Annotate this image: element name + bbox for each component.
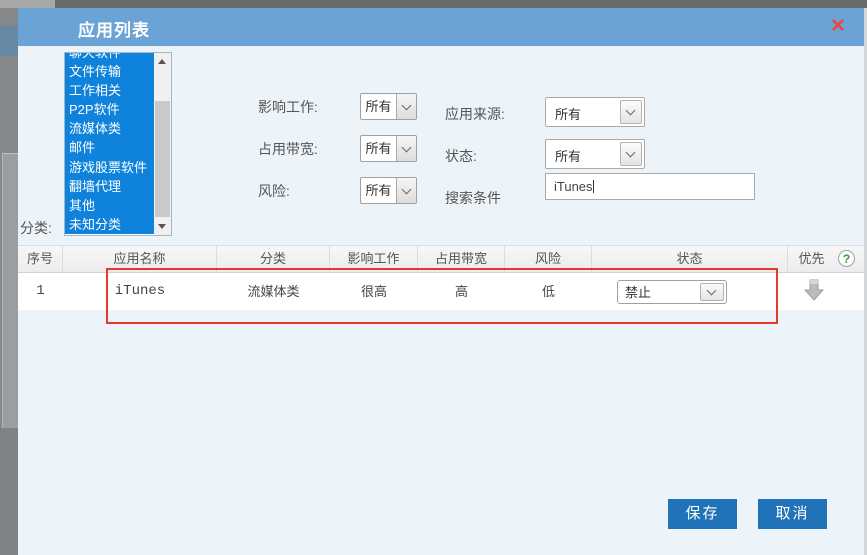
cell-seq: 1 bbox=[18, 273, 63, 310]
header-impact[interactable]: 影响工作 bbox=[330, 246, 418, 272]
header-app-name[interactable]: 应用名称 bbox=[63, 246, 217, 272]
priority-down-arrow-icon[interactable] bbox=[804, 279, 824, 301]
close-icon[interactable]: × bbox=[825, 13, 851, 39]
risk-filter-select[interactable]: 所有 bbox=[360, 177, 417, 204]
chevron-down-icon[interactable] bbox=[396, 94, 416, 119]
scroll-down-icon bbox=[158, 224, 166, 229]
risk-filter-value: 所有 bbox=[361, 178, 396, 203]
cell-app-name: iTunes bbox=[63, 273, 217, 310]
cell-status: 禁止 bbox=[592, 273, 788, 310]
search-input-value: iTunes bbox=[554, 179, 593, 194]
list-item[interactable]: 游戏股票软件 bbox=[65, 158, 154, 177]
impact-filter-select[interactable]: 所有 bbox=[360, 93, 417, 120]
header-seq[interactable]: 序号 bbox=[18, 246, 63, 272]
row-status-select[interactable]: 禁止 bbox=[617, 280, 727, 304]
category-items: 聊天软件 文件传输 工作相关 P2P软件 流媒体类 邮件 游戏股票软件 翻墙代理… bbox=[65, 52, 154, 234]
cell-category: 流媒体类 bbox=[217, 273, 330, 310]
search-label: 搜索条件 bbox=[445, 188, 501, 208]
chevron-down-icon[interactable] bbox=[620, 100, 642, 124]
scroll-up-button[interactable] bbox=[154, 53, 171, 70]
header-status[interactable]: 状态 bbox=[592, 246, 788, 272]
save-button[interactable]: 保存 bbox=[668, 499, 737, 529]
chevron-down-icon[interactable] bbox=[396, 178, 416, 203]
header-priority[interactable]: 优先 bbox=[788, 246, 835, 272]
list-item[interactable]: 其他 bbox=[65, 196, 154, 215]
background-sidebar-fragment bbox=[0, 26, 18, 56]
source-filter-select[interactable]: 所有 bbox=[545, 97, 645, 127]
bandwidth-filter-label: 占用带宽: bbox=[258, 139, 318, 159]
table-row[interactable]: 1 iTunes 流媒体类 很高 高 低 禁止 bbox=[18, 273, 864, 310]
bandwidth-filter-value: 所有 bbox=[361, 136, 396, 161]
text-cursor bbox=[593, 180, 594, 193]
background-top-strip-left bbox=[0, 0, 55, 8]
scroll-down-button[interactable] bbox=[154, 218, 171, 235]
bandwidth-filter-select[interactable]: 所有 bbox=[360, 135, 417, 162]
scroll-up-icon bbox=[158, 59, 166, 64]
source-filter-value: 所有 bbox=[555, 104, 581, 123]
chevron-down-icon[interactable] bbox=[396, 136, 416, 161]
category-label: 分类: bbox=[20, 218, 52, 238]
listbox-scrollbar[interactable] bbox=[154, 53, 171, 235]
search-input[interactable]: iTunes bbox=[545, 173, 755, 200]
status-filter-label: 状态: bbox=[445, 146, 477, 166]
status-filter-value: 所有 bbox=[555, 146, 581, 165]
cell-risk: 低 bbox=[505, 273, 592, 310]
table-header: 序号 应用名称 分类 影响工作 占用带宽 风险 状态 优先 bbox=[18, 245, 864, 273]
header-category[interactable]: 分类 bbox=[217, 246, 330, 272]
status-filter-select[interactable]: 所有 bbox=[545, 139, 645, 169]
background-panel-fragment bbox=[2, 153, 18, 428]
list-item[interactable]: 翻墙代理 bbox=[65, 177, 154, 196]
header-risk[interactable]: 风险 bbox=[505, 246, 592, 272]
cell-impact: 很高 bbox=[330, 273, 418, 310]
list-item[interactable]: 聊天软件 bbox=[65, 52, 154, 62]
app-list-dialog: 应用列表 × 分类: 聊天软件 文件传输 工作相关 P2P软件 流媒体类 邮件 … bbox=[18, 8, 867, 555]
dialog-title: 应用列表 bbox=[78, 16, 150, 41]
cell-bandwidth: 高 bbox=[418, 273, 505, 310]
background-left-strip bbox=[0, 8, 18, 555]
background-lower-fragment bbox=[0, 428, 18, 555]
cancel-button[interactable]: 取消 bbox=[758, 499, 827, 529]
cell-priority bbox=[788, 273, 835, 310]
list-item[interactable]: 文件传输 bbox=[65, 62, 154, 81]
header-bandwidth[interactable]: 占用带宽 bbox=[418, 246, 505, 272]
row-status-value: 禁止 bbox=[625, 283, 651, 302]
category-listbox[interactable]: 聊天软件 文件传输 工作相关 P2P软件 流媒体类 邮件 游戏股票软件 翻墙代理… bbox=[64, 52, 172, 236]
chevron-down-icon[interactable] bbox=[620, 142, 642, 166]
impact-filter-value: 所有 bbox=[361, 94, 396, 119]
dialog-titlebar: 应用列表 × bbox=[18, 8, 864, 46]
impact-filter-label: 影响工作: bbox=[258, 97, 318, 117]
list-item[interactable]: 邮件 bbox=[65, 138, 154, 157]
scrollbar-thumb[interactable] bbox=[155, 101, 170, 217]
list-item[interactable]: P2P软件 bbox=[65, 100, 154, 119]
list-item[interactable]: 未知分类 bbox=[65, 215, 154, 234]
risk-filter-label: 风险: bbox=[258, 181, 290, 201]
background-top-strip-right bbox=[55, 0, 867, 8]
list-item[interactable]: 流媒体类 bbox=[65, 119, 154, 138]
list-item[interactable]: 工作相关 bbox=[65, 81, 154, 100]
help-icon[interactable]: ? bbox=[838, 250, 855, 267]
source-filter-label: 应用来源: bbox=[445, 104, 505, 124]
chevron-down-icon[interactable] bbox=[700, 283, 724, 301]
